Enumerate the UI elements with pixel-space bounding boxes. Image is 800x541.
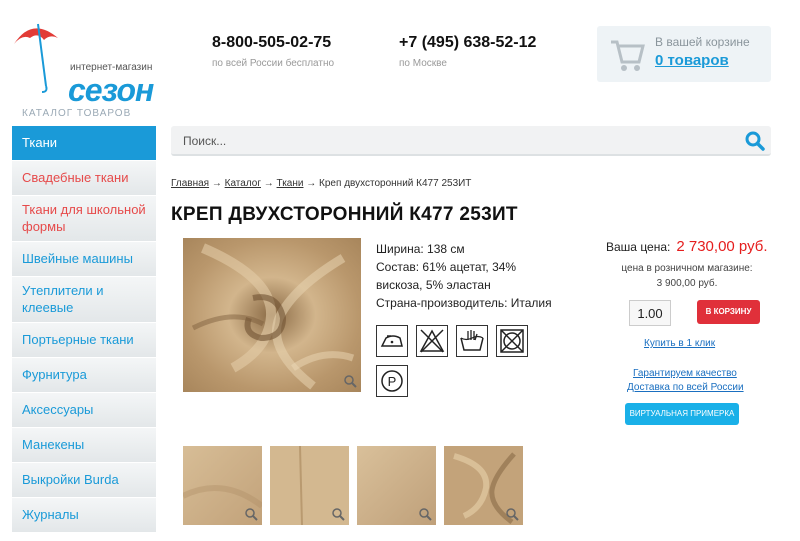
quantity-input[interactable]	[629, 300, 671, 326]
shopping-cart-icon	[611, 40, 645, 71]
hand-wash-icon	[456, 325, 488, 357]
zoom-icon[interactable]	[418, 507, 432, 521]
sidebar-item-hardware[interactable]: Фурнитура	[12, 358, 156, 393]
retail-price: 3 900,00 руб.	[656, 278, 718, 289]
sidebar-item-interlinings[interactable]: Утеплители и клеевые	[12, 277, 156, 323]
add-to-cart-button[interactable]: В КОРЗИНУ	[697, 300, 760, 324]
sidebar-item-magazines[interactable]: Журналы	[12, 498, 156, 533]
logo[interactable]: интернет-магазин сезон	[10, 14, 160, 108]
iron-low-icon	[376, 325, 408, 357]
price-block: Ваша цена: 2 730,00 руб.	[606, 238, 768, 255]
breadcrumb-fabrics[interactable]: Ткани	[277, 178, 304, 189]
cart-widget[interactable]: В вашей корзине 0 товаров	[597, 26, 771, 82]
cart-count-link[interactable]: 0 товаров	[655, 52, 729, 69]
virtual-fitting-button[interactable]: ВИРТУАЛЬНАЯ ПРИМЕРКА	[625, 403, 739, 425]
spec-composition: Состав: 61% ацетат, 34% вискоза, 5% элас…	[376, 260, 517, 292]
breadcrumb-current: Креп двухсторонний К477 253ИТ	[319, 178, 472, 189]
sidebar-item-wedding-fabrics[interactable]: Свадебные ткани	[12, 161, 156, 196]
sidebar-item-curtain-fabrics[interactable]: Портьерные ткани	[12, 323, 156, 358]
zoom-icon[interactable]	[343, 374, 357, 388]
zoom-icon[interactable]	[505, 507, 519, 521]
price-value: 2 730,00 руб.	[676, 238, 768, 255]
search-icon[interactable]	[745, 131, 765, 151]
phone-number: +7 (495) 638-52-12	[399, 34, 537, 51]
umbrella-icon	[14, 23, 58, 93]
phone-moscow: +7 (495) 638-52-12 по Москве	[399, 34, 536, 69]
sidebar-item-burda-patterns[interactable]: Выкройки Burda	[12, 463, 156, 498]
product-thumbnail[interactable]	[357, 446, 436, 525]
breadcrumb-separator: →	[211, 178, 222, 189]
professional-clean-p-icon: P	[376, 365, 408, 397]
price-label: Ваша цена:	[606, 240, 671, 254]
spec-country: Страна-производитель: Италия	[376, 296, 552, 310]
sidebar-item-mannequins[interactable]: Манекены	[12, 428, 156, 463]
zoom-icon[interactable]	[244, 507, 258, 521]
breadcrumb-separator: →	[263, 178, 274, 189]
breadcrumb-home[interactable]: Главная	[171, 178, 209, 189]
sidebar-item-fabrics[interactable]: Ткани	[12, 126, 156, 161]
no-tumble-dry-icon	[496, 325, 528, 357]
sidebar-item-school-uniform-fabrics[interactable]: Ткани для школьной формы	[12, 196, 156, 242]
retail-label: цена в розничном магазине:	[621, 263, 753, 274]
care-p-letter: P	[388, 374, 397, 389]
logo-name: сезон	[68, 72, 154, 108]
retail-price-block: цена в розничном магазине: 3 900,00 руб.	[600, 261, 774, 291]
sidebar-item-accessories[interactable]: Аксессуары	[12, 393, 156, 428]
sidebar-item-sewing-machines[interactable]: Швейные машины	[12, 242, 156, 277]
product-thumbnail[interactable]	[444, 446, 523, 525]
delivery-link[interactable]: Доставка по всей России	[627, 382, 744, 393]
spec-width: Ширина: 138 см	[376, 242, 465, 256]
sidebar-catalog: Ткани Свадебные ткани Ткани для школьной…	[12, 126, 156, 533]
phone-federal: 8-800-505-02-75 по всей России бесплатно	[212, 34, 334, 69]
product-thumbnail[interactable]	[183, 446, 262, 525]
phone-note: по Москве	[399, 58, 447, 69]
fabric-swirl-image	[183, 238, 361, 392]
product-thumbnail[interactable]	[270, 446, 349, 525]
buy-one-click-link[interactable]: Купить в 1 клик	[644, 338, 715, 349]
quality-guarantee-link[interactable]: Гарантируем качество	[633, 368, 737, 379]
breadcrumb: Главная → Каталог → Ткани → Креп двухсто…	[171, 178, 471, 189]
product-specs: Ширина: 138 см Состав: 61% ацетат, 34% в…	[376, 240, 556, 312]
catalog-title: КАТАЛОГ ТОВАРОВ	[22, 108, 132, 119]
zoom-icon[interactable]	[331, 507, 345, 521]
phone-number: 8-800-505-02-75	[212, 34, 332, 51]
search-bar	[171, 126, 771, 156]
search-input[interactable]	[183, 132, 723, 150]
breadcrumb-separator: →	[306, 178, 317, 189]
page-title: КРЕП ДВУХСТОРОННИЙ К477 253ИТ	[171, 204, 518, 225]
cart-label: В вашей корзине	[655, 35, 750, 49]
product-main-image[interactable]	[183, 238, 361, 392]
breadcrumb-catalog[interactable]: Каталог	[225, 178, 261, 189]
no-bleach-icon	[416, 325, 448, 357]
phone-note: по всей России бесплатно	[212, 58, 335, 69]
